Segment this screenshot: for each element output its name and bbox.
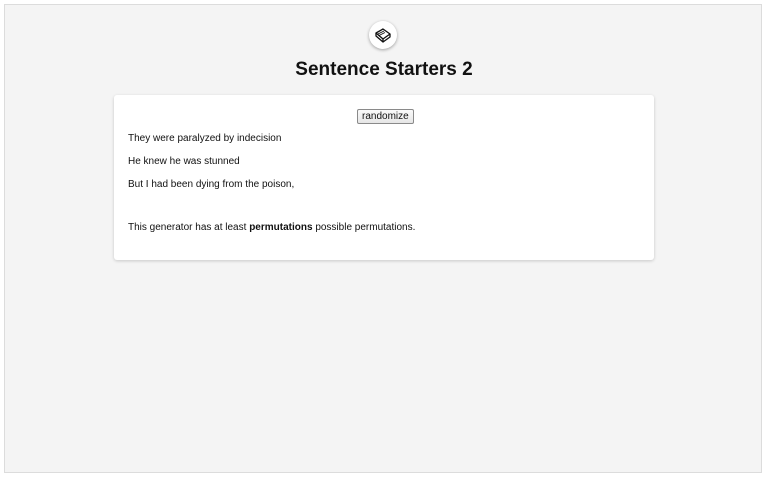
- permutations-count: permutations: [249, 222, 313, 233]
- randomize-button[interactable]: randomize: [357, 109, 414, 124]
- book-icon: [369, 21, 397, 49]
- permutations-suffix: possible permutations.: [315, 222, 416, 233]
- sentence-line: They were paralyzed by indecision: [128, 133, 282, 144]
- permutations-prefix: This generator has at least: [128, 222, 247, 233]
- permutations-note: This generator has at least permutations…: [128, 222, 415, 234]
- generator-card: randomize They were paralyzed by indecis…: [114, 95, 654, 260]
- sentence-line: But I had been dying from the poison,: [128, 179, 295, 190]
- sentence-line: He knew he was stunned: [128, 156, 240, 167]
- page-title: Sentence Starters 2: [295, 59, 473, 80]
